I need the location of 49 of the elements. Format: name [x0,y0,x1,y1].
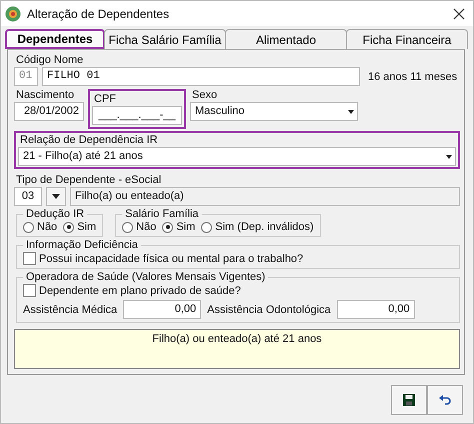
radio-button[interactable] [162,222,174,232]
caret-icon [52,194,60,199]
sex-dropdown[interactable]: Masculino [190,102,358,121]
group-title: Operadora de Saúde (Valores Mensais Vigentes) [25,271,266,283]
checkbox-option[interactable]: Dependente em plano privado de saúde? [23,284,453,297]
relation-dropdown[interactable]: 21 - Filho(a) até 21 anos [18,147,456,166]
save-button[interactable] [391,385,427,415]
type-description-field: Filho(a) ou enteado(a) [70,187,460,206]
field-label: Sexo [192,89,218,102]
date-field[interactable]: 28/01/2002 [14,102,84,121]
checkbox-option[interactable]: Possui incapacidade física ou mental para o trabalho? [23,252,453,265]
radio-option[interactable]: Sim [162,221,196,233]
radio-button[interactable] [201,222,212,232]
field-label: CPF [94,93,117,106]
app-icon [5,6,21,22]
radio-option[interactable]: Sim (Dep. inválidos) [201,221,314,233]
cpf-field[interactable]: ___.___.___-__ [92,106,182,125]
checkbox[interactable] [23,284,36,297]
radio-option[interactable]: Não [122,221,156,233]
window-title: Alteração de Dependentes [27,6,170,20]
field-label: Relação de Dependência IR [20,134,159,147]
radio-option[interactable]: Sim [63,221,96,233]
amount-field[interactable]: 0,00 [336,300,415,319]
dropdown-button[interactable] [46,187,66,206]
radio-button[interactable] [122,222,134,232]
radio-option[interactable]: Não [23,221,58,233]
group-title: Dedução IR [25,208,86,220]
age-text: 16 anos 11 meses [368,70,458,82]
close-icon[interactable] [453,8,465,20]
name-field[interactable]: FILHO 01 [42,67,360,86]
field-label: Assistência Médica [23,304,118,316]
checkbox[interactable] [23,252,36,265]
tab[interactable]: Ficha Financeira [346,29,468,49]
code-field[interactable]: 01 [14,67,38,86]
field-label: Código Nome [16,54,84,67]
radio-button[interactable] [23,222,34,232]
field-label: Tipo de Dependente - eSocial [16,174,162,187]
type-code-field[interactable]: 03 [14,187,42,206]
undo-icon [439,395,451,405]
radio-button[interactable] [63,222,74,232]
undo-button[interactable] [427,385,463,415]
info-box: Filho(a) ou enteado(a) até 21 anos [14,329,460,369]
amount-field[interactable]: 0,00 [123,300,202,319]
tab[interactable]: Dependentes [5,29,105,49]
field-label: Nascimento [16,89,76,102]
tab[interactable]: Ficha Salário Família [104,29,226,49]
group-title: Salário Família [124,208,200,220]
group-title: Informação Deficiência [25,239,139,251]
field-label: Assistência Odontológica [207,304,331,316]
